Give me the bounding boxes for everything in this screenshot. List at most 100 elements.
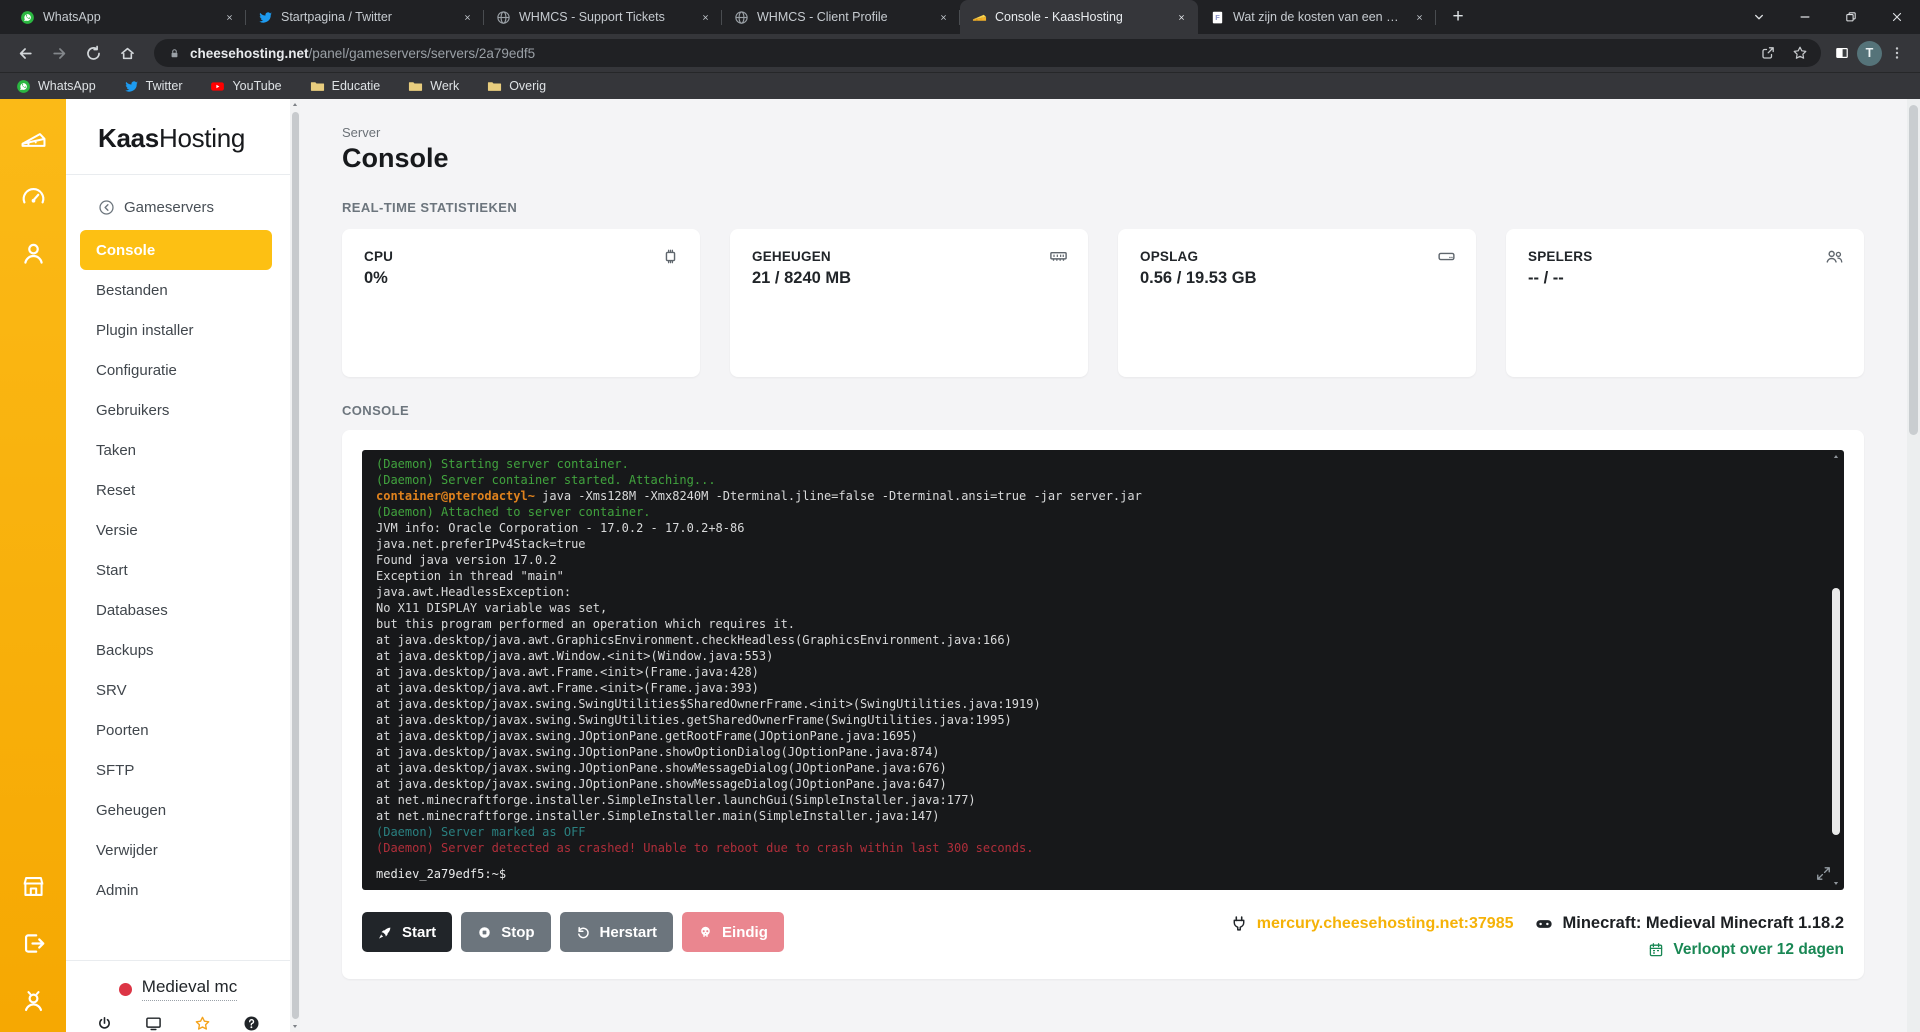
browser-tab[interactable]: WHMCS - Support Tickets	[484, 0, 722, 34]
brand-logo[interactable]: KaasHosting	[66, 99, 290, 154]
server-info: mercury.cheesehosting.net:37985 Minecraf…	[1230, 914, 1844, 959]
sidebar-item-admin[interactable]: Admin	[80, 870, 272, 910]
home-button[interactable]	[112, 38, 142, 68]
reload-icon	[85, 45, 102, 62]
bookmark-star-button[interactable]	[1787, 40, 1813, 66]
tab-close-icon[interactable]	[1173, 9, 1190, 26]
stop-button[interactable]: Stop	[461, 912, 550, 952]
rail-item-dashboard[interactable]	[17, 180, 49, 212]
star-icon[interactable]	[194, 1015, 211, 1032]
sidebar-item-srv[interactable]: SRV	[80, 670, 272, 710]
sidebar-item-configuratie[interactable]: Configuratie	[80, 350, 272, 390]
eindig-button[interactable]: Eindig	[682, 912, 784, 952]
power-icon[interactable]	[96, 1015, 113, 1032]
share-icon	[1760, 45, 1776, 61]
rail-item-account[interactable]	[17, 237, 49, 269]
back-arrow-icon	[17, 45, 34, 62]
herstart-button[interactable]: Herstart	[560, 912, 674, 952]
terminal-line: java.net.preferIPv4Stack=true	[376, 536, 1818, 552]
expiry-prefix: Verloopt over	[1673, 941, 1776, 958]
tab-close-icon[interactable]	[935, 9, 952, 26]
browser-menu-button[interactable]	[1884, 40, 1910, 66]
rail-item-logout[interactable]	[17, 927, 49, 959]
button-label: Eindig	[722, 924, 768, 941]
browser-tab[interactable]: FWat zijn de kosten van een civiele	[1198, 0, 1436, 34]
maximize-button[interactable]	[1828, 0, 1874, 34]
folder-icon	[408, 79, 423, 94]
sidebar-item-console[interactable]: Console	[80, 230, 272, 270]
terminal-scrollbar[interactable]	[1831, 453, 1841, 887]
rail-item-shop[interactable]	[17, 870, 49, 902]
profile-avatar[interactable]: T	[1857, 41, 1882, 66]
start-button[interactable]: Start	[362, 912, 452, 952]
sidebar-scrollbar-thumb[interactable]	[292, 112, 299, 1019]
terminal-line: at java.desktop/javax.swing.SwingUtiliti…	[376, 696, 1818, 712]
tab-close-icon[interactable]	[1411, 9, 1428, 26]
reload-button[interactable]	[78, 38, 108, 68]
brand-light: Hosting	[159, 123, 245, 153]
sidebar-item-gebruikers[interactable]: Gebruikers	[80, 390, 272, 430]
forward-button[interactable]	[44, 38, 74, 68]
scroll-up-icon[interactable]	[291, 101, 299, 109]
sidebar-item-versie[interactable]: Versie	[80, 510, 272, 550]
new-tab-button[interactable]: +	[1444, 3, 1472, 31]
sidebar-item-poorten[interactable]: Poorten	[80, 710, 272, 750]
server-selector[interactable]: Medieval mc	[66, 961, 290, 1003]
bookmark-item[interactable]: WhatsApp	[16, 79, 96, 94]
browser-tab[interactable]: WhatsApp	[8, 0, 246, 34]
browser-tab[interactable]: Console - KaasHosting	[960, 0, 1198, 34]
question-icon[interactable]	[243, 1015, 260, 1032]
brand-bold: Kaas	[98, 123, 159, 153]
bookmark-item[interactable]: Twitter	[124, 79, 183, 94]
terminal-line: at java.desktop/java.awt.Window.<init>(W…	[376, 648, 1818, 664]
minimize-button[interactable]	[1782, 0, 1828, 34]
terminal[interactable]: (Daemon) Starting server container.(Daem…	[362, 450, 1844, 890]
tab-title: WHMCS - Client Profile	[757, 10, 927, 24]
page-scrollbar-thumb[interactable]	[1909, 105, 1918, 435]
sidebar-scrollbar[interactable]	[290, 99, 300, 1032]
sidebar-item-geheugen[interactable]: Geheugen	[80, 790, 272, 830]
sidebar-item-backups[interactable]: Backups	[80, 630, 272, 670]
scroll-down-icon[interactable]	[291, 1022, 299, 1030]
stat-label: OPSLAG	[1140, 249, 1454, 264]
sidebar-item-plugin-installer[interactable]: Plugin installer	[80, 310, 272, 350]
scroll-down-icon[interactable]	[1832, 879, 1840, 887]
sidebar-item-sftp[interactable]: SFTP	[80, 750, 272, 790]
monitor-icon[interactable]	[145, 1015, 162, 1032]
url-host: cheesehosting.net	[190, 46, 309, 61]
sidebar-item-taken[interactable]: Taken	[80, 430, 272, 470]
tab-close-icon[interactable]	[221, 9, 238, 26]
terminal-scrollbar-thumb[interactable]	[1832, 588, 1840, 835]
back-to-gameservers-link[interactable]: Gameservers	[98, 199, 290, 216]
bookmark-item[interactable]: Educatie	[310, 79, 381, 94]
rail-item-cheese-logo[interactable]	[17, 123, 49, 155]
terminal-prompt[interactable]: mediev_2a79edf5:~$	[376, 866, 506, 882]
logout-icon	[20, 930, 47, 957]
terminal-line: (Daemon) Server detected as crashed! Una…	[376, 840, 1818, 856]
scroll-up-icon[interactable]	[1832, 453, 1840, 461]
bookmark-item[interactable]: YouTube	[210, 79, 281, 94]
side-panel-button[interactable]	[1829, 40, 1855, 66]
expand-icon[interactable]	[1815, 865, 1832, 882]
browser-tab[interactable]: Startpagina / Twitter	[246, 0, 484, 34]
sidebar-item-reset[interactable]: Reset	[80, 470, 272, 510]
sidebar-item-start[interactable]: Start	[80, 550, 272, 590]
share-button[interactable]	[1755, 40, 1781, 66]
tab-close-icon[interactable]	[697, 9, 714, 26]
sidebar-item-bestanden[interactable]: Bestanden	[80, 270, 272, 310]
bookmark-item[interactable]: Overig	[487, 79, 546, 94]
tab-search-button[interactable]	[1736, 0, 1782, 34]
page-scrollbar[interactable]	[1907, 99, 1920, 1032]
back-button[interactable]	[10, 38, 40, 68]
page-eyebrow: Server	[342, 125, 1864, 140]
browser-tab[interactable]: WHMCS - Client Profile	[722, 0, 960, 34]
tab-close-icon[interactable]	[459, 9, 476, 26]
back-link-label: Gameservers	[124, 199, 214, 216]
rail-item-support[interactable]	[17, 984, 49, 1016]
server-address-link[interactable]: mercury.cheesehosting.net:37985	[1257, 915, 1514, 933]
close-window-button[interactable]	[1874, 0, 1920, 34]
bookmark-item[interactable]: Werk	[408, 79, 459, 94]
sidebar-item-verwijder[interactable]: Verwijder	[80, 830, 272, 870]
sidebar-item-databases[interactable]: Databases	[80, 590, 272, 630]
address-bar[interactable]: cheesehosting.net /panel/gameservers/ser…	[154, 39, 1821, 67]
